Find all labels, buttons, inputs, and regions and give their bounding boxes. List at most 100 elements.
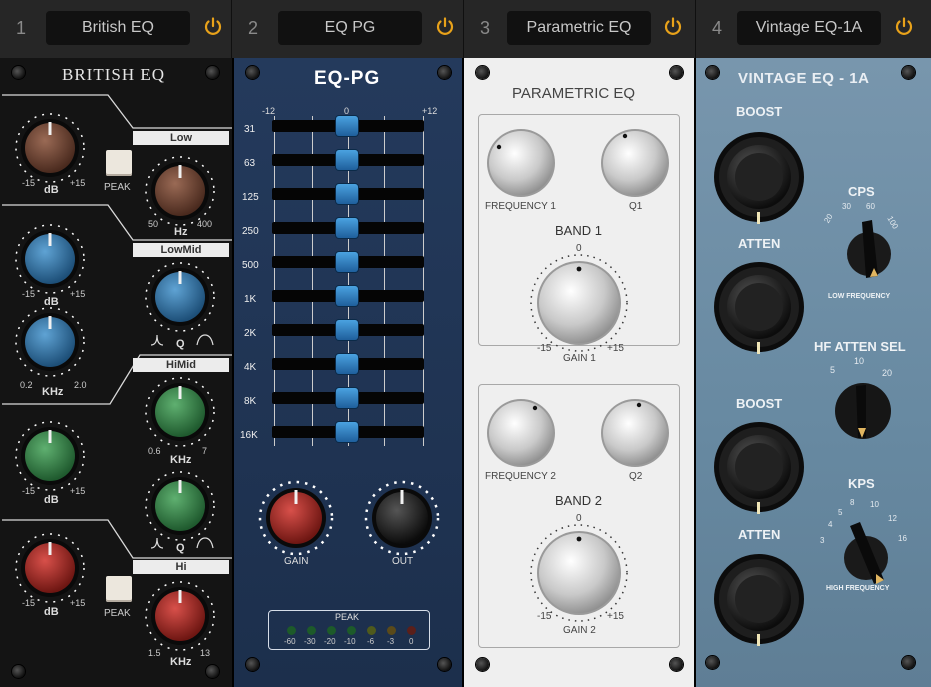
gain-1-label: GAIN 1 [563,353,596,364]
slot-header-2: 2 EQ PG [232,0,464,58]
gain-label: GAIN [284,556,309,567]
khz-label: KHz [42,386,64,398]
meter-tick: -3 [387,637,395,646]
scale-label: +15 [70,486,86,496]
low-freq-knob[interactable] [144,155,216,227]
band-tag-hi: Hi [133,560,229,574]
q-label: Q [176,542,185,554]
kps-selector-knob[interactable] [840,518,894,590]
out-knob[interactable] [364,480,440,556]
slot-number: 1 [16,18,27,38]
low-peak-button[interactable] [106,150,132,176]
out-label: OUT [392,556,414,567]
boost-2-label: BOOST [736,396,783,411]
slot-3-name-field[interactable]: Parametric EQ [507,11,651,45]
slot-number: 2 [248,18,259,38]
gain-1-max: +15 [607,343,624,354]
power-icon[interactable] [202,16,224,38]
high-frequency-label: HIGH FREQUENCY [826,585,890,592]
parametric-eq-panel: PARAMETRIC EQ FREQUENCY 1 Q1 BAND 1 0 -1… [464,58,696,687]
lowmid-q-knob[interactable] [144,261,216,333]
hi-freq-knob[interactable] [144,580,216,652]
power-icon[interactable] [893,16,915,38]
q1-knob[interactable] [599,127,671,199]
screw [438,658,451,671]
fader-thumb-500[interactable] [336,252,358,272]
band-label: 4K [244,362,257,373]
himid-gain-knob[interactable] [14,420,86,492]
hi-peak-button[interactable] [106,576,132,602]
gain-knob[interactable] [258,480,334,556]
fader-thumb-4k[interactable] [336,354,358,374]
screw [902,656,915,669]
lowmid-freq-knob[interactable] [14,306,86,378]
power-icon[interactable] [662,16,684,38]
slot-4-name-field[interactable]: Vintage EQ-1A [737,11,881,45]
band-label: 250 [242,226,259,237]
band-1-section: FREQUENCY 1 Q1 BAND 1 0 -15 GAIN 1 +15 [478,114,680,364]
scale-label: 1.5 [148,648,161,658]
band-2-label: BAND 2 [555,493,602,508]
kps-tick: 12 [888,514,897,523]
scale-label: 0.6 [148,446,161,456]
fader-thumb-2k[interactable] [336,320,358,340]
gain-2-label: GAIN 2 [563,625,596,636]
screw [476,66,489,79]
fader-thumb-250[interactable] [336,218,358,238]
frequency-2-knob[interactable] [485,397,557,469]
peak-meter-label: PEAK [335,612,360,622]
fader-thumb-8k[interactable] [336,388,358,408]
slot-2-name-field[interactable]: EQ PG [278,11,422,45]
meter-led [307,626,316,635]
hf-atten-sel-label: HF ATTEN SEL [814,339,906,354]
hz-label: Hz [174,226,188,238]
high-boost-knob[interactable] [712,420,806,514]
q2-knob[interactable] [599,397,671,469]
scale-label: 400 [197,219,213,229]
vintage-eq-title: VINTAGE EQ - 1A [738,70,870,87]
power-icon[interactable] [434,16,456,38]
meter-led [347,626,356,635]
hf-tick: 20 [882,368,893,378]
q-narrow-icon [150,537,164,549]
meter-led [407,626,416,635]
peak-label: PEAK [104,608,131,619]
fader-thumb-31[interactable] [336,116,358,136]
low-boost-knob[interactable] [712,130,806,224]
frequency-1-knob[interactable] [485,127,557,199]
kps-tick: 4 [828,520,833,529]
high-atten-knob[interactable] [712,552,806,646]
screw [246,658,259,671]
scale-label: +15 [70,289,86,299]
db-label: dB [44,494,59,506]
meter-tick: -20 [324,637,336,646]
cps-selector-knob[interactable] [844,216,894,284]
cps-tick: 20 [822,212,835,225]
kps-tick: 8 [850,498,855,507]
db-label: dB [44,184,59,196]
scale-label: 2.0 [74,380,87,390]
himid-freq-knob[interactable] [144,376,216,448]
meter-tick: -30 [304,637,316,646]
gain-2-knob[interactable] [529,523,629,623]
hf-atten-selector-knob[interactable] [832,380,894,442]
fader-thumb-16k[interactable] [336,422,358,442]
himid-q-knob[interactable] [144,470,216,542]
low-gain-knob[interactable] [14,112,86,184]
kps-tick: 3 [820,536,825,545]
low-atten-knob[interactable] [712,260,806,354]
fader-thumb-1k[interactable] [336,286,358,306]
meter-led [367,626,376,635]
band-tag-lowmid: LowMid [133,243,229,257]
q1-label: Q1 [629,201,643,212]
cps-tick: 30 [842,202,851,211]
atten-1-label: ATTEN [738,236,781,251]
scale-label: 13 [200,648,211,658]
fader-thumb-63[interactable] [336,150,358,170]
lowmid-gain-knob[interactable] [14,223,86,295]
gain-1-knob[interactable] [529,253,629,353]
hi-gain-knob[interactable] [14,532,86,604]
slot-1-name-field[interactable]: British EQ [46,11,190,45]
fader-thumb-125[interactable] [336,184,358,204]
scale-label: +15 [70,178,86,188]
